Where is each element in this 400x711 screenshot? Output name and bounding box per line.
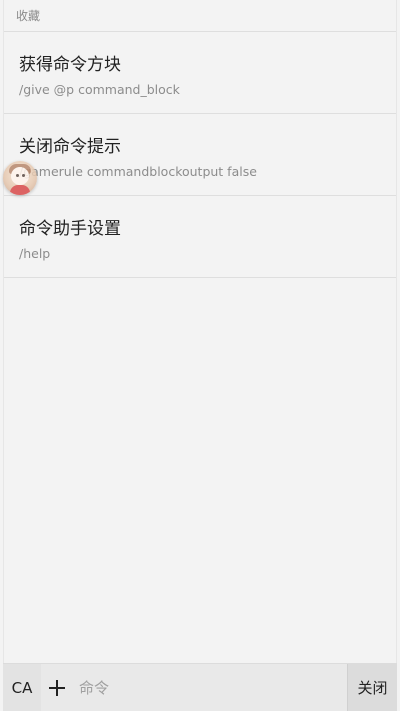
close-button[interactable]: 关闭 — [347, 664, 397, 711]
favorite-item-command: /gamerule commandblockoutput false — [19, 164, 257, 179]
favorite-item-helper-settings[interactable]: 命令助手设置 /help — [4, 196, 396, 278]
avatar-body — [10, 185, 30, 195]
favorite-item-title: 关闭命令提示 — [19, 137, 121, 157]
add-button[interactable] — [41, 664, 73, 711]
anime-avatar-icon[interactable] — [3, 161, 37, 195]
favorite-item-command: /give @p command_block — [19, 82, 180, 97]
command-input[interactable] — [73, 664, 347, 711]
avatar-eye-right — [22, 174, 25, 177]
favorite-item-title: 获得命令方块 — [19, 55, 121, 75]
favorite-item-command: /help — [19, 246, 51, 261]
favorites-screen: 收藏 获得命令方块 /give @p command_block 关闭命令提示 … — [3, 0, 397, 711]
plus-icon — [49, 679, 65, 696]
favorites-list: 获得命令方块 /give @p command_block 关闭命令提示 /ga… — [4, 32, 396, 278]
command-bar: CA 关闭 — [3, 663, 397, 711]
favorite-item-disable-command-output[interactable]: 关闭命令提示 /gamerule commandblockoutput fals… — [4, 114, 396, 196]
ca-button[interactable]: CA — [3, 664, 41, 711]
favorite-item-title: 命令助手设置 — [19, 219, 121, 239]
favorite-item-give-command-block[interactable]: 获得命令方块 /give @p command_block — [4, 32, 396, 114]
avatar-face — [11, 167, 29, 185]
section-header: 收藏 — [4, 0, 396, 32]
avatar-eye-left — [16, 174, 19, 177]
